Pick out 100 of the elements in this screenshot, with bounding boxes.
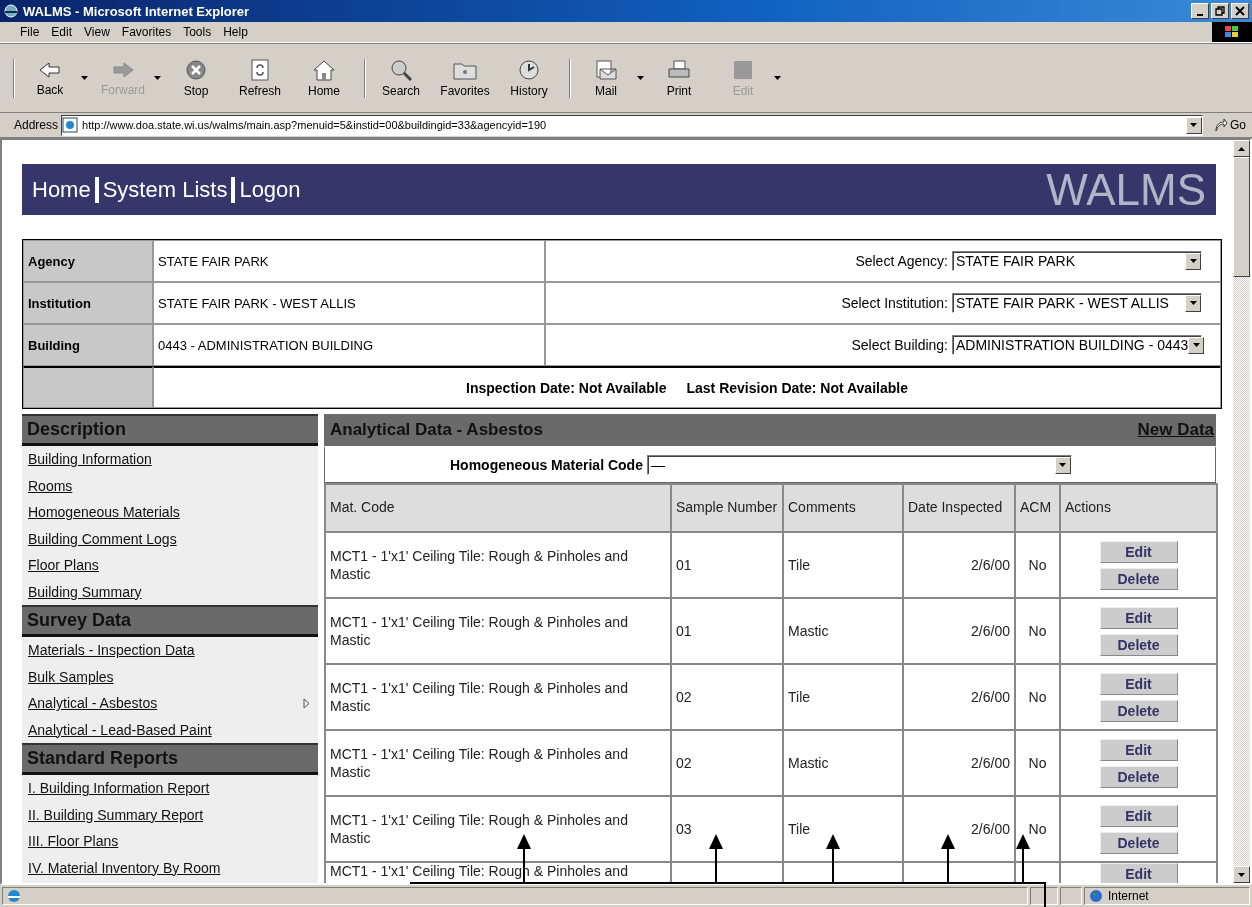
nav-link[interactable]: Floor Plans — [28, 557, 99, 574]
table-cell: No — [1015, 598, 1060, 664]
toolbar-button[interactable]: History — [500, 58, 558, 98]
home-icon — [312, 58, 336, 81]
restore-button[interactable] — [1211, 3, 1229, 19]
close-button[interactable] — [1231, 3, 1249, 19]
date-text: Last Revision Date: Not Available — [686, 379, 908, 396]
scroll-up-button[interactable] — [1233, 140, 1250, 157]
dropdown-field[interactable]: STATE FAIR PARK — [952, 251, 1202, 271]
mail-icon — [594, 58, 618, 81]
menu-item[interactable]: Tools — [177, 25, 218, 39]
nav-link[interactable]: I. Building Information Report — [28, 780, 210, 797]
action-button[interactable]: Delete — [1099, 831, 1178, 854]
menu-item[interactable]: Help — [217, 25, 254, 39]
nav-link[interactable]: Building Summary — [28, 583, 142, 600]
column-header: Date Inspected — [903, 484, 1015, 532]
action-button[interactable]: Edit — [1099, 804, 1178, 827]
column-header: ACM — [1015, 484, 1060, 532]
go-button[interactable]: Go — [1206, 118, 1252, 132]
search-icon — [389, 58, 413, 81]
app-logo: WALMS — [1046, 167, 1206, 212]
dropdown-button[interactable] — [1186, 116, 1202, 134]
table-cell: 01 — [671, 532, 783, 598]
nav-link[interactable]: Materials - Inspection Data — [28, 642, 195, 659]
menu-item[interactable]: Edit — [45, 25, 79, 39]
dropdown-arrow-icon — [1189, 301, 1197, 305]
window-title: WALMS - Microsoft Internet Explorer — [23, 3, 251, 19]
restore-icon — [1214, 5, 1226, 17]
toolbar-button[interactable]: Mail — [577, 58, 635, 98]
menu-item[interactable]: Favorites — [115, 25, 178, 39]
action-button[interactable]: Edit — [1099, 738, 1178, 761]
column-header: Sample Number — [671, 484, 783, 532]
toolbar-button[interactable]: Back — [21, 59, 79, 97]
section-header: Survey Data — [22, 605, 318, 637]
field-label: Select Building: — [851, 337, 948, 353]
nav-link[interactable]: Rooms — [28, 477, 73, 494]
dropdown-arrow-icon — [1059, 463, 1067, 467]
nav-link[interactable]: III. Floor Plans — [28, 833, 119, 850]
row-header: Building — [23, 324, 153, 366]
table-cell: STATE FAIR PARK - WEST ALLIS — [153, 282, 545, 324]
toolbar-button[interactable]: Print — [650, 58, 708, 98]
forward-arrow-icon — [111, 59, 135, 80]
dropdown-field[interactable]: STATE FAIR PARK - WEST ALLIS — [952, 293, 1202, 313]
annotation-arrow — [941, 834, 955, 883]
clock-icon — [517, 58, 541, 81]
toolbar-button[interactable]: Stop — [167, 58, 225, 98]
table-cell: No — [1015, 532, 1060, 598]
table-cell: MCT1 - 1'x1' Ceiling Tile: Rough & Pinholes and Mastic — [325, 664, 671, 730]
go-arrow-icon — [1214, 118, 1228, 132]
address-field[interactable]: http://www.doa.state.wi.us/walms/main.asp?menuid=5&instid=00&buildingid=33&agencyid=190 — [61, 114, 1203, 136]
field-label: Select Agency: — [855, 253, 948, 269]
column-header: Comments — [783, 484, 903, 532]
nav-link[interactable]: Home — [28, 176, 95, 203]
nav-link[interactable]: System Lists — [98, 176, 232, 203]
toolbar-button[interactable]: Search — [372, 58, 430, 98]
action-button[interactable]: Delete — [1099, 633, 1178, 656]
printer-icon — [667, 58, 691, 81]
minimize-button[interactable] — [1191, 3, 1209, 19]
table-cell: MCT1 - 1'x1' Ceiling Tile: Rough & Pinholes and Mastic — [325, 598, 671, 664]
toolbar-button[interactable]: Home — [295, 58, 353, 98]
zone-label: Internet — [1108, 889, 1149, 903]
refresh-icon — [250, 58, 270, 81]
toolbar-button[interactable]: Favorites — [436, 58, 494, 98]
scroll-down-button[interactable] — [1233, 866, 1250, 883]
nav-link[interactable]: IV. Material Inventory By Room — [28, 859, 221, 876]
annotation-arrow — [709, 834, 723, 883]
logo-icon — [1224, 25, 1240, 39]
menu-item[interactable]: View — [78, 25, 116, 39]
nav-link[interactable]: Logon — [235, 176, 305, 203]
nav-link[interactable]: Analytical - Lead-Based Paint — [28, 721, 212, 738]
status-panel — [1030, 887, 1058, 905]
table-cell: No — [1015, 730, 1060, 796]
action-button[interactable]: Edit — [1099, 606, 1178, 629]
dropdown-caret-icon[interactable] — [637, 76, 644, 80]
toolbar-button[interactable]: Refresh — [231, 58, 289, 98]
status-panel — [1060, 887, 1082, 905]
table-cell: MCT1 - 1'x1' Ceiling Tile: Rough & Pinholes and Mastic — [325, 532, 671, 598]
nav-link[interactable]: Bulk Samples — [28, 668, 114, 685]
dropdown-field[interactable]: ADMINISTRATION BUILDING - 0443 — [952, 335, 1202, 355]
nav-link[interactable]: II. Building Summary Report — [28, 806, 204, 823]
action-button[interactable]: Edit — [1099, 540, 1178, 563]
dropdown-field[interactable]: — — [646, 455, 1072, 475]
action-button[interactable]: Edit — [1099, 672, 1178, 695]
action-button[interactable]: Delete — [1099, 765, 1178, 788]
back-arrow-icon — [38, 59, 62, 80]
dropdown-caret-icon[interactable] — [81, 76, 88, 80]
stop-icon — [185, 58, 207, 81]
filter-label: Homogeneous Material Code — [450, 457, 643, 473]
nav-link[interactable]: Building Information — [28, 451, 152, 468]
nav-link[interactable]: Homogeneous Materials — [28, 504, 180, 521]
action-button[interactable]: Delete — [1099, 699, 1178, 722]
menu-item[interactable]: File — [14, 25, 46, 39]
nav-link[interactable]: Building Comment Logs — [28, 530, 177, 547]
action-button[interactable]: Edit — [1099, 863, 1178, 883]
scrollbar-thumb[interactable] — [1233, 157, 1250, 277]
nav-link[interactable]: Analytical - Asbestos — [28, 695, 158, 712]
action-button[interactable]: Delete — [1099, 567, 1178, 590]
table-cell: 02 — [671, 664, 783, 730]
table-cell: Mastic — [783, 730, 903, 796]
table-cell: 2/6/00 — [903, 664, 1015, 730]
